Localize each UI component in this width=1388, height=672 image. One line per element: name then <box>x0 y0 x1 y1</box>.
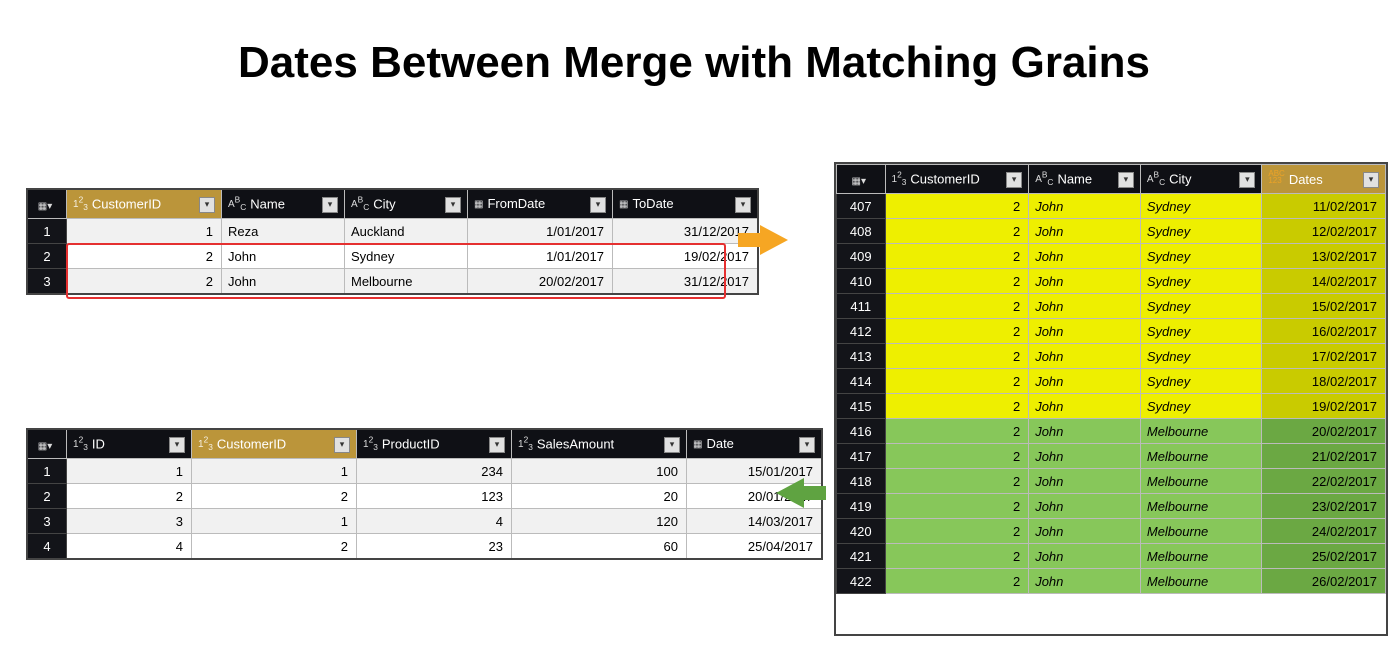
filter-dropdown[interactable]: ▾ <box>445 197 461 213</box>
type-icon[interactable]: ABC <box>1147 174 1165 185</box>
table-icon[interactable]: ▦▾ <box>38 201 52 212</box>
column-header[interactable]: City <box>373 196 395 211</box>
table-row[interactable]: 4092JohnSydney13/02/2017 <box>837 244 1386 269</box>
filter-dropdown[interactable]: ▾ <box>1239 172 1255 188</box>
filter-dropdown[interactable]: ▾ <box>1118 172 1134 188</box>
column-header[interactable]: Name <box>250 196 285 211</box>
table-row[interactable]: 4102JohnSydney14/02/2017 <box>837 269 1386 294</box>
filter-dropdown[interactable]: ▾ <box>1006 172 1022 188</box>
arrow-left-icon <box>776 478 804 508</box>
table-row[interactable]: 2221232020/01/2017 <box>27 484 822 509</box>
column-header[interactable]: ID <box>92 436 105 451</box>
table-row[interactable]: 4182JohnMelbourne22/02/2017 <box>837 469 1386 494</box>
type-icon[interactable]: ABC <box>228 199 246 210</box>
type-icon[interactable]: ▦ <box>693 439 702 450</box>
column-header[interactable]: Name <box>1057 171 1092 186</box>
type-icon[interactable]: 123 <box>198 439 213 450</box>
page-title: Dates Between Merge with Matching Grains <box>0 38 1388 88</box>
filter-dropdown[interactable]: ▾ <box>489 437 505 453</box>
filter-dropdown[interactable]: ▾ <box>169 437 185 453</box>
sales-table: ▦▾123ID▾123CustomerID▾123ProductID▾123Sa… <box>26 428 823 560</box>
table-row[interactable]: 4192JohnMelbourne23/02/2017 <box>837 494 1386 519</box>
table-row[interactable]: 442236025/04/2017 <box>27 534 822 560</box>
column-header[interactable]: CustomerID <box>217 436 286 451</box>
column-header[interactable]: SalesAmount <box>537 436 614 451</box>
type-icon[interactable]: 123 <box>73 199 88 210</box>
filter-dropdown[interactable]: ▾ <box>1363 172 1379 188</box>
table-row[interactable]: 4072JohnSydney11/02/2017 <box>837 194 1386 219</box>
customer-table: ▦▾123CustomerID▾ABCName▾ABCCity▾▦FromDat… <box>26 188 759 295</box>
type-icon[interactable]: ▦ <box>619 199 628 210</box>
column-header[interactable]: ToDate <box>632 196 673 211</box>
column-header[interactable]: CustomerID <box>92 196 161 211</box>
table-row[interactable]: 4142JohnSydney18/02/2017 <box>837 369 1386 394</box>
table-row[interactable]: 331412014/03/2017 <box>27 509 822 534</box>
filter-dropdown[interactable]: ▾ <box>799 437 815 453</box>
filter-dropdown[interactable]: ▾ <box>322 197 338 213</box>
column-header[interactable]: Dates <box>1289 172 1323 187</box>
type-icon[interactable]: ▦ <box>474 199 483 210</box>
column-header[interactable]: CustomerID <box>910 171 979 186</box>
type-icon[interactable]: 123 <box>892 174 907 185</box>
column-header[interactable]: City <box>1169 171 1191 186</box>
table-row[interactable]: 4112JohnSydney15/02/2017 <box>837 294 1386 319</box>
table-row[interactable]: 4212JohnMelbourne25/02/2017 <box>837 544 1386 569</box>
column-header[interactable]: FromDate <box>487 196 545 211</box>
type-icon[interactable]: ABC123 <box>1268 175 1284 186</box>
table-row[interactable]: 22JohnSydney1/01/201719/02/2017 <box>27 244 758 269</box>
table-row[interactable]: 4122JohnSydney16/02/2017 <box>837 319 1386 344</box>
filter-dropdown[interactable]: ▾ <box>334 437 350 453</box>
arrow-right-icon <box>760 225 788 255</box>
table-row[interactable]: 32JohnMelbourne20/02/201731/12/2017 <box>27 269 758 295</box>
type-icon[interactable]: ABC <box>1035 174 1053 185</box>
table-row[interactable]: 11123410015/01/2017 <box>27 459 822 484</box>
filter-dropdown[interactable]: ▾ <box>664 437 680 453</box>
table-row[interactable]: 4082JohnSydney12/02/2017 <box>837 219 1386 244</box>
filter-dropdown[interactable]: ▾ <box>199 197 215 213</box>
filter-dropdown[interactable]: ▾ <box>735 197 751 213</box>
table-icon[interactable]: ▦▾ <box>38 441 52 452</box>
table-icon[interactable]: ▦▾ <box>852 176 866 187</box>
type-icon[interactable]: ABC <box>351 199 369 210</box>
table-row[interactable]: 4172JohnMelbourne21/02/2017 <box>837 444 1386 469</box>
expanded-table: ▦▾ 123CustomerID ▾ ABC Name ▾ ABC City ▾ ABC123 Da… <box>834 162 1388 636</box>
table-row[interactable]: 4202JohnMelbourne24/02/2017 <box>837 519 1386 544</box>
type-icon[interactable]: 123 <box>518 439 533 450</box>
table-row[interactable]: 4132JohnSydney17/02/2017 <box>837 344 1386 369</box>
column-header[interactable]: Date <box>706 436 733 451</box>
type-icon[interactable]: 123 <box>73 439 88 450</box>
table-row[interactable]: 4152JohnSydney19/02/2017 <box>837 394 1386 419</box>
table-row[interactable]: 4222JohnMelbourne26/02/2017 <box>837 569 1386 594</box>
table-row[interactable]: 4162JohnMelbourne20/02/2017 <box>837 419 1386 444</box>
column-header[interactable]: ProductID <box>382 436 440 451</box>
type-icon[interactable]: 123 <box>363 439 378 450</box>
table-row[interactable]: 11RezaAuckland1/01/201731/12/2017 <box>27 219 758 244</box>
filter-dropdown[interactable]: ▾ <box>590 197 606 213</box>
